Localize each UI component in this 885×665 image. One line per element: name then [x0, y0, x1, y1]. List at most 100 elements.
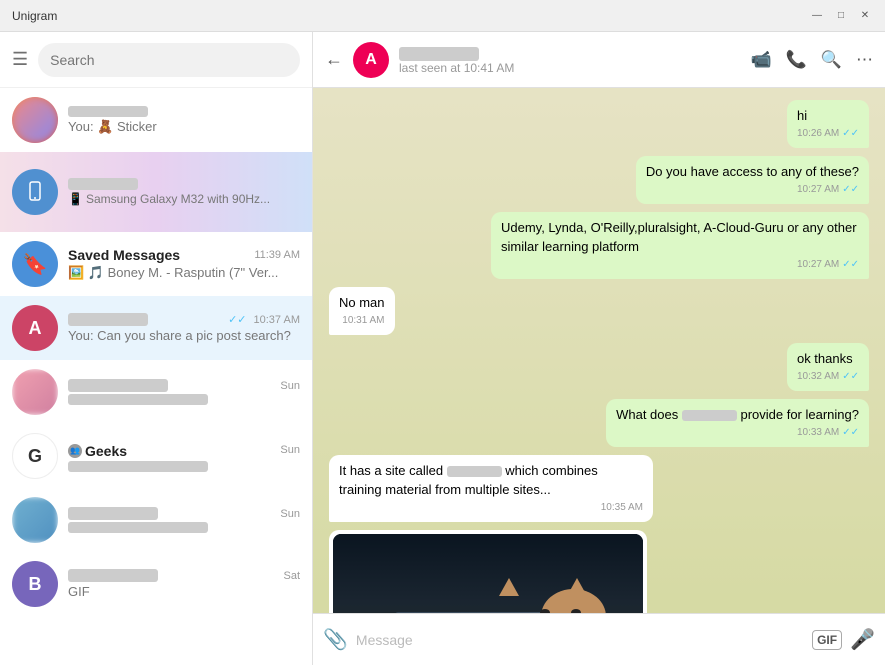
bubble-received: No man 10:31 AM	[329, 287, 395, 335]
chat-list: You: 🧸 Sticker 📱Sa	[0, 88, 312, 665]
avatar	[12, 497, 58, 543]
message-row: No man 10:31 AM	[329, 287, 869, 335]
read-icon: ✓✓	[842, 127, 859, 141]
attach-icon[interactable]: 📎	[323, 627, 348, 652]
chat-name: 👥 Geeks	[68, 440, 127, 459]
chat-name	[68, 178, 138, 190]
chat-content: Sat GIF	[68, 569, 300, 599]
header-status: last seen at 10:41 AM	[399, 61, 740, 75]
search-icon[interactable]: 🔍	[821, 50, 842, 70]
main-layout: ☰ You: 🧸 Sticker	[0, 32, 885, 665]
avatar: A	[12, 305, 58, 351]
maximize-button[interactable]: □	[833, 8, 849, 24]
more-options-icon[interactable]: ⋯	[856, 50, 873, 70]
message-input[interactable]	[356, 622, 804, 658]
list-item[interactable]: Sun	[0, 488, 312, 552]
chat-time: Sun	[280, 508, 300, 520]
chat-content: Sun	[68, 379, 300, 405]
bubble-received: It has a site called which combines trai…	[329, 455, 653, 521]
search-input[interactable]	[50, 52, 288, 68]
bubble-sent: Udemy, Lynda, O'Reilly,pluralsight, A-Cl…	[491, 212, 869, 278]
chat-content: 📱Samsung Galaxy M32 with 90Hz...	[68, 178, 300, 206]
list-item[interactable]: G 👥 Geeks Sun	[0, 424, 312, 488]
bubble-sent: ok thanks 10:32 AM ✓✓	[787, 343, 869, 391]
window-controls: — □ ✕	[809, 8, 873, 24]
avatar: B	[12, 561, 58, 607]
chat-header: ← A last seen at 10:41 AM 📹 📞 🔍 ⋯	[313, 32, 885, 88]
sidebar: ☰ You: 🧸 Sticker	[0, 32, 313, 665]
chat-content: Sun	[68, 507, 300, 533]
read-icon: ✓✓	[842, 258, 859, 272]
chat-preview: GIF	[68, 584, 300, 599]
avatar	[12, 97, 58, 143]
chat-time: Sun	[280, 444, 300, 456]
message-row: GIF	[329, 530, 869, 613]
header-info: last seen at 10:41 AM	[399, 44, 740, 74]
read-icon: ✓✓	[842, 426, 859, 440]
microphone-icon[interactable]: 🎤	[850, 627, 875, 652]
message-row: It has a site called which combines trai…	[329, 455, 869, 521]
chat-preview: You: Can you share a pic post search?	[68, 328, 300, 343]
chat-content: Saved Messages 11:39 AM 🖼️ 🎵 Boney M. - …	[68, 247, 300, 281]
back-button[interactable]: ←	[325, 49, 343, 70]
chat-preview: You: 🧸 Sticker	[68, 119, 300, 135]
chat-time: Sun	[280, 380, 300, 392]
chat-content: You: 🧸 Sticker	[68, 106, 300, 135]
message-input-area: 📎 GIF 🎤	[313, 613, 885, 665]
chat-preview: 📱Samsung Galaxy M32 with 90Hz...	[68, 192, 300, 206]
list-item[interactable]: You: 🧸 Sticker	[0, 88, 312, 152]
read-icon: ✓✓	[842, 370, 859, 384]
chat-content: ✓✓ 10:37 AM You: Can you share a pic pos…	[68, 313, 300, 343]
menu-icon[interactable]: ☰	[12, 49, 28, 70]
message-row: ok thanks 10:32 AM ✓✓	[329, 343, 869, 391]
phone-icon[interactable]: 📞	[786, 50, 807, 70]
chat-time: 10:37 AM	[254, 314, 300, 326]
search-box[interactable]	[38, 43, 300, 77]
video-call-icon[interactable]: 📹	[750, 50, 771, 70]
list-item[interactable]: Sun	[0, 360, 312, 424]
chat-preview	[68, 461, 300, 472]
message-row: hi 10:26 AM ✓✓	[329, 100, 869, 148]
chat-content: 👥 Geeks Sun	[68, 440, 300, 472]
avatar	[12, 169, 58, 215]
header-actions: 📹 📞 🔍 ⋯	[750, 50, 873, 70]
list-item[interactable]: 🔖 Saved Messages 11:39 AM 🖼️ 🎵 Boney M. …	[0, 232, 312, 296]
chat-name	[68, 379, 168, 392]
titlebar: Unigram — □ ✕	[0, 0, 885, 32]
messages-area: hi 10:26 AM ✓✓ Do you have access to any…	[313, 88, 885, 613]
header-avatar: A	[353, 42, 389, 78]
chat-name	[68, 313, 148, 326]
avatar: 🔖	[12, 241, 58, 287]
message-row: Udemy, Lynda, O'Reilly,pluralsight, A-Cl…	[329, 212, 869, 278]
list-item[interactable]: A ✓✓ 10:37 AM You: Can you share a pic p…	[0, 296, 312, 360]
bubble-sent: What does provide for learning? 10:33 AM…	[606, 399, 869, 447]
gif-image	[333, 534, 643, 613]
message-row: What does provide for learning? 10:33 AM…	[329, 399, 869, 447]
list-item[interactable]: 📱Samsung Galaxy M32 with 90Hz...	[0, 152, 312, 232]
chat-preview: 🖼️ 🎵 Boney M. - Rasputin (7" Ver...	[68, 265, 300, 281]
read-icon: ✓✓	[842, 183, 859, 197]
bubble-sent: Do you have access to any of these? 10:2…	[636, 156, 869, 204]
chat-preview	[68, 394, 300, 405]
chat-panel: ← A last seen at 10:41 AM 📹 📞 🔍 ⋯ hi	[313, 32, 885, 665]
sidebar-header: ☰	[0, 32, 312, 88]
minimize-button[interactable]: —	[809, 8, 825, 24]
chat-name	[68, 106, 148, 117]
gif-button[interactable]: GIF	[812, 630, 842, 650]
gif-container: GIF	[333, 534, 643, 613]
app-title: Unigram	[12, 9, 57, 23]
close-button[interactable]: ✕	[857, 8, 873, 24]
chat-name	[68, 507, 158, 520]
header-name	[399, 44, 740, 60]
chat-preview	[68, 522, 300, 533]
chat-name	[68, 569, 158, 582]
avatar: G	[12, 433, 58, 479]
list-item[interactable]: B Sat GIF	[0, 552, 312, 616]
message-row: Do you have access to any of these? 10:2…	[329, 156, 869, 204]
bubble-gif: GIF	[329, 530, 647, 613]
chat-name: Saved Messages	[68, 247, 180, 263]
chat-time: Sat	[283, 570, 300, 582]
avatar	[12, 369, 58, 415]
bubble-sent: hi 10:26 AM ✓✓	[787, 100, 869, 148]
chat-time: 11:39 AM	[254, 249, 300, 261]
